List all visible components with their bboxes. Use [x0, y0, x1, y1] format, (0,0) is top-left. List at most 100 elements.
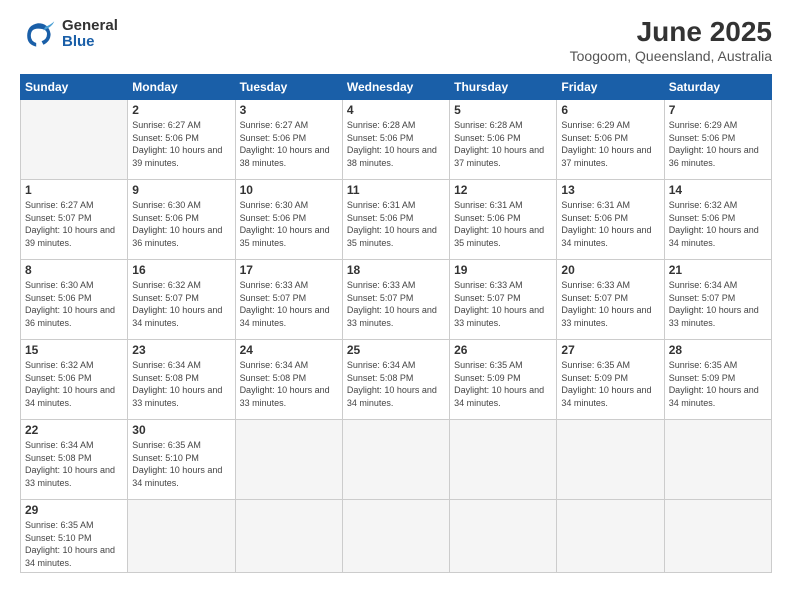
- day-info: Sunrise: 6:34 AM Sunset: 5:07 PM Dayligh…: [669, 279, 767, 329]
- logo-blue: Blue: [62, 34, 118, 51]
- day-info: Sunrise: 6:28 AM Sunset: 5:06 PM Dayligh…: [347, 119, 445, 169]
- day-info: Sunrise: 6:31 AM Sunset: 5:06 PM Dayligh…: [454, 199, 552, 249]
- table-row: 28 Sunrise: 6:35 AM Sunset: 5:09 PM Dayl…: [664, 340, 771, 420]
- table-row: 22 Sunrise: 6:34 AM Sunset: 5:08 PM Dayl…: [21, 420, 128, 500]
- calendar-row: 29 Sunrise: 6:35 AM Sunset: 5:10 PM Dayl…: [21, 500, 772, 573]
- day-info: Sunrise: 6:30 AM Sunset: 5:06 PM Dayligh…: [132, 199, 230, 249]
- table-row: [664, 420, 771, 500]
- day-number: 4: [347, 103, 445, 117]
- day-info: Sunrise: 6:33 AM Sunset: 5:07 PM Dayligh…: [454, 279, 552, 329]
- day-info: Sunrise: 6:34 AM Sunset: 5:08 PM Dayligh…: [347, 359, 445, 409]
- logo: General Blue: [20, 16, 118, 52]
- day-number: 16: [132, 263, 230, 277]
- table-row: 26 Sunrise: 6:35 AM Sunset: 5:09 PM Dayl…: [450, 340, 557, 420]
- day-number: 29: [25, 503, 123, 517]
- table-row: [342, 420, 449, 500]
- day-number: 8: [25, 263, 123, 277]
- table-row: 30 Sunrise: 6:35 AM Sunset: 5:10 PM Dayl…: [128, 420, 235, 500]
- day-number: 1: [25, 183, 123, 197]
- day-number: 10: [240, 183, 338, 197]
- table-row: [235, 420, 342, 500]
- table-row: 16 Sunrise: 6:32 AM Sunset: 5:07 PM Dayl…: [128, 260, 235, 340]
- day-number: 27: [561, 343, 659, 357]
- day-info: Sunrise: 6:35 AM Sunset: 5:09 PM Dayligh…: [561, 359, 659, 409]
- table-row: [664, 500, 771, 573]
- day-info: Sunrise: 6:35 AM Sunset: 5:09 PM Dayligh…: [669, 359, 767, 409]
- day-number: 28: [669, 343, 767, 357]
- header-saturday: Saturday: [664, 75, 771, 100]
- table-row: [557, 500, 664, 573]
- calendar-row: 15 Sunrise: 6:32 AM Sunset: 5:06 PM Dayl…: [21, 340, 772, 420]
- day-number: 18: [347, 263, 445, 277]
- calendar-row: 2 Sunrise: 6:27 AM Sunset: 5:06 PM Dayli…: [21, 100, 772, 180]
- day-number: 3: [240, 103, 338, 117]
- day-info: Sunrise: 6:28 AM Sunset: 5:06 PM Dayligh…: [454, 119, 552, 169]
- location: Toogoom, Queensland, Australia: [570, 48, 772, 64]
- table-row: 6 Sunrise: 6:29 AM Sunset: 5:06 PM Dayli…: [557, 100, 664, 180]
- day-number: 9: [132, 183, 230, 197]
- calendar-table: Sunday Monday Tuesday Wednesday Thursday…: [20, 74, 772, 573]
- table-row: 5 Sunrise: 6:28 AM Sunset: 5:06 PM Dayli…: [450, 100, 557, 180]
- day-info: Sunrise: 6:32 AM Sunset: 5:06 PM Dayligh…: [669, 199, 767, 249]
- day-info: Sunrise: 6:27 AM Sunset: 5:06 PM Dayligh…: [132, 119, 230, 169]
- table-row: 12 Sunrise: 6:31 AM Sunset: 5:06 PM Dayl…: [450, 180, 557, 260]
- day-info: Sunrise: 6:29 AM Sunset: 5:06 PM Dayligh…: [561, 119, 659, 169]
- table-row: [235, 500, 342, 573]
- table-row: 18 Sunrise: 6:33 AM Sunset: 5:07 PM Dayl…: [342, 260, 449, 340]
- day-info: Sunrise: 6:33 AM Sunset: 5:07 PM Dayligh…: [561, 279, 659, 329]
- day-info: Sunrise: 6:27 AM Sunset: 5:06 PM Dayligh…: [240, 119, 338, 169]
- calendar-row: 1 Sunrise: 6:27 AM Sunset: 5:07 PM Dayli…: [21, 180, 772, 260]
- day-info: Sunrise: 6:35 AM Sunset: 5:10 PM Dayligh…: [25, 519, 123, 569]
- table-row: 3 Sunrise: 6:27 AM Sunset: 5:06 PM Dayli…: [235, 100, 342, 180]
- day-info: Sunrise: 6:35 AM Sunset: 5:09 PM Dayligh…: [454, 359, 552, 409]
- title-section: June 2025 Toogoom, Queensland, Australia: [570, 16, 772, 64]
- day-info: Sunrise: 6:30 AM Sunset: 5:06 PM Dayligh…: [25, 279, 123, 329]
- day-info: Sunrise: 6:30 AM Sunset: 5:06 PM Dayligh…: [240, 199, 338, 249]
- header-wednesday: Wednesday: [342, 75, 449, 100]
- table-row: [450, 420, 557, 500]
- table-row: [21, 100, 128, 180]
- day-info: Sunrise: 6:35 AM Sunset: 5:10 PM Dayligh…: [132, 439, 230, 489]
- table-row: 4 Sunrise: 6:28 AM Sunset: 5:06 PM Dayli…: [342, 100, 449, 180]
- day-info: Sunrise: 6:32 AM Sunset: 5:06 PM Dayligh…: [25, 359, 123, 409]
- day-number: 22: [25, 423, 123, 437]
- table-row: 8 Sunrise: 6:30 AM Sunset: 5:06 PM Dayli…: [21, 260, 128, 340]
- table-row: 7 Sunrise: 6:29 AM Sunset: 5:06 PM Dayli…: [664, 100, 771, 180]
- month-title: June 2025: [570, 16, 772, 48]
- day-info: Sunrise: 6:34 AM Sunset: 5:08 PM Dayligh…: [25, 439, 123, 489]
- day-number: 24: [240, 343, 338, 357]
- table-row: 2 Sunrise: 6:27 AM Sunset: 5:06 PM Dayli…: [128, 100, 235, 180]
- table-row: [557, 420, 664, 500]
- day-number: 19: [454, 263, 552, 277]
- day-number: 15: [25, 343, 123, 357]
- day-info: Sunrise: 6:29 AM Sunset: 5:06 PM Dayligh…: [669, 119, 767, 169]
- table-row: 20 Sunrise: 6:33 AM Sunset: 5:07 PM Dayl…: [557, 260, 664, 340]
- table-row: 14 Sunrise: 6:32 AM Sunset: 5:06 PM Dayl…: [664, 180, 771, 260]
- table-row: 23 Sunrise: 6:34 AM Sunset: 5:08 PM Dayl…: [128, 340, 235, 420]
- table-row: 24 Sunrise: 6:34 AM Sunset: 5:08 PM Dayl…: [235, 340, 342, 420]
- table-row: [450, 500, 557, 573]
- day-number: 11: [347, 183, 445, 197]
- day-info: Sunrise: 6:33 AM Sunset: 5:07 PM Dayligh…: [240, 279, 338, 329]
- calendar-header-row: Sunday Monday Tuesday Wednesday Thursday…: [21, 75, 772, 100]
- header-friday: Friday: [557, 75, 664, 100]
- day-info: Sunrise: 6:32 AM Sunset: 5:07 PM Dayligh…: [132, 279, 230, 329]
- logo-text: General Blue: [62, 18, 118, 51]
- day-number: 25: [347, 343, 445, 357]
- day-number: 21: [669, 263, 767, 277]
- day-number: 26: [454, 343, 552, 357]
- header-sunday: Sunday: [21, 75, 128, 100]
- table-row: 25 Sunrise: 6:34 AM Sunset: 5:08 PM Dayl…: [342, 340, 449, 420]
- table-row: 11 Sunrise: 6:31 AM Sunset: 5:06 PM Dayl…: [342, 180, 449, 260]
- table-row: 21 Sunrise: 6:34 AM Sunset: 5:07 PM Dayl…: [664, 260, 771, 340]
- calendar-row: 8 Sunrise: 6:30 AM Sunset: 5:06 PM Dayli…: [21, 260, 772, 340]
- day-info: Sunrise: 6:31 AM Sunset: 5:06 PM Dayligh…: [347, 199, 445, 249]
- day-number: 6: [561, 103, 659, 117]
- table-row: 19 Sunrise: 6:33 AM Sunset: 5:07 PM Dayl…: [450, 260, 557, 340]
- table-row: [128, 500, 235, 573]
- logo-icon: [20, 16, 56, 52]
- day-info: Sunrise: 6:34 AM Sunset: 5:08 PM Dayligh…: [132, 359, 230, 409]
- day-number: 12: [454, 183, 552, 197]
- day-number: 5: [454, 103, 552, 117]
- table-row: 17 Sunrise: 6:33 AM Sunset: 5:07 PM Dayl…: [235, 260, 342, 340]
